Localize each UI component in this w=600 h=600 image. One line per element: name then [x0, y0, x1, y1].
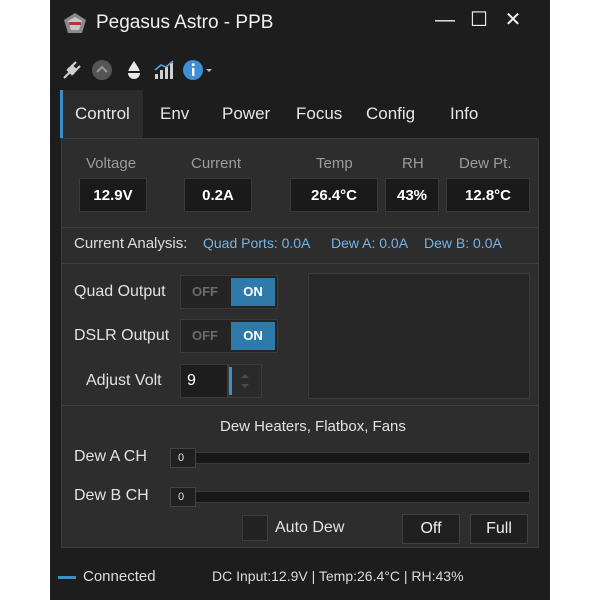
analysis-dew-b: Dew B: 0.0A [424, 235, 502, 251]
toggle-on-label: ON [231, 278, 275, 306]
divider [62, 405, 538, 406]
title-bar: Pegasus Astro - PPB — ☐ ✕ [50, 0, 550, 46]
dew-b-slider-track[interactable] [170, 491, 530, 503]
analysis-label: Current Analysis: [74, 235, 188, 252]
chart-icon[interactable] [152, 58, 176, 82]
toggle-off-label: OFF [192, 328, 218, 343]
toolbar [50, 52, 550, 88]
dewpoint-label: Dew Pt. [459, 155, 512, 172]
quad-output-label: Quad Output [74, 283, 166, 300]
auto-dew-checkbox[interactable] [242, 515, 268, 541]
tab-control[interactable]: Control [75, 104, 130, 124]
maximize-button[interactable]: ☐ [462, 6, 496, 34]
tab-config[interactable]: Config [366, 104, 415, 124]
dew-heaters-heading: Dew Heaters, Flatbox, Fans [220, 418, 406, 435]
window-title: Pegasus Astro - PPB [96, 12, 274, 33]
dslr-output-label: DSLR Output [74, 327, 170, 344]
dew-b-label: Dew B CH [74, 487, 149, 504]
temp-value: 26.4°C [290, 178, 378, 212]
drop-icon[interactable] [122, 58, 146, 82]
dew-a-slider-track[interactable] [170, 452, 530, 464]
toggle-on-label: ON [231, 322, 275, 350]
toggle-off-label: OFF [192, 284, 218, 299]
dewpoint-value: 12.8°C [446, 178, 530, 212]
adjust-volt-spinner[interactable] [228, 364, 262, 398]
dslr-output-toggle[interactable]: OFF ON [180, 319, 278, 353]
connection-status: Connected [83, 568, 156, 585]
quad-output-toggle[interactable]: OFF ON [180, 275, 278, 309]
tab-bar: Control Env Power Focus Config Info [60, 90, 548, 138]
dew-full-button[interactable]: Full [470, 514, 528, 544]
current-label: Current [191, 155, 242, 172]
divider [62, 227, 538, 228]
control-panel: Voltage 12.9V Current 0.2A Temp 26.4°C R… [61, 138, 539, 548]
tab-power[interactable]: Power [222, 104, 270, 124]
info-icon[interactable] [182, 58, 214, 82]
auto-dew-label: Auto Dew [275, 519, 345, 536]
divider [62, 263, 538, 264]
plug-icon[interactable] [60, 58, 84, 82]
chevron-up-icon[interactable] [90, 58, 114, 82]
pegasus-logo-icon [64, 13, 86, 33]
status-info: DC Input:12.9V | Temp:26.4°C | RH:43% [212, 568, 464, 584]
voltage-value: 12.9V [79, 178, 147, 212]
temp-label: Temp [316, 155, 353, 172]
app-window: Pegasus Astro - PPB — ☐ ✕ Control Env Po… [50, 0, 550, 600]
current-value: 0.2A [184, 178, 252, 212]
status-bar: Connected DC Input:12.9V | Temp:26.4°C |… [50, 560, 550, 594]
connection-indicator [58, 576, 76, 579]
tab-info[interactable]: Info [450, 104, 478, 124]
dew-b-slider-handle[interactable]: 0 [170, 487, 196, 507]
rh-label: RH [402, 155, 424, 172]
dew-a-slider-handle[interactable]: 0 [170, 448, 196, 468]
adjust-volt-input[interactable]: 9 [180, 364, 228, 398]
analysis-dew-a: Dew A: 0.0A [331, 235, 409, 251]
dew-a-label: Dew A CH [74, 448, 147, 465]
spinner-arrows-icon [229, 367, 249, 395]
voltage-label: Voltage [86, 155, 137, 172]
minimize-button[interactable]: — [428, 6, 462, 34]
output-graph-area [308, 273, 530, 399]
tab-env[interactable]: Env [160, 104, 189, 124]
rh-value: 43% [385, 178, 439, 212]
analysis-quad: Quad Ports: 0.0A [203, 235, 311, 251]
adjust-volt-label: Adjust Volt [86, 372, 162, 389]
close-button[interactable]: ✕ [496, 6, 530, 34]
dew-off-button[interactable]: Off [402, 514, 460, 544]
tab-focus[interactable]: Focus [296, 104, 342, 124]
